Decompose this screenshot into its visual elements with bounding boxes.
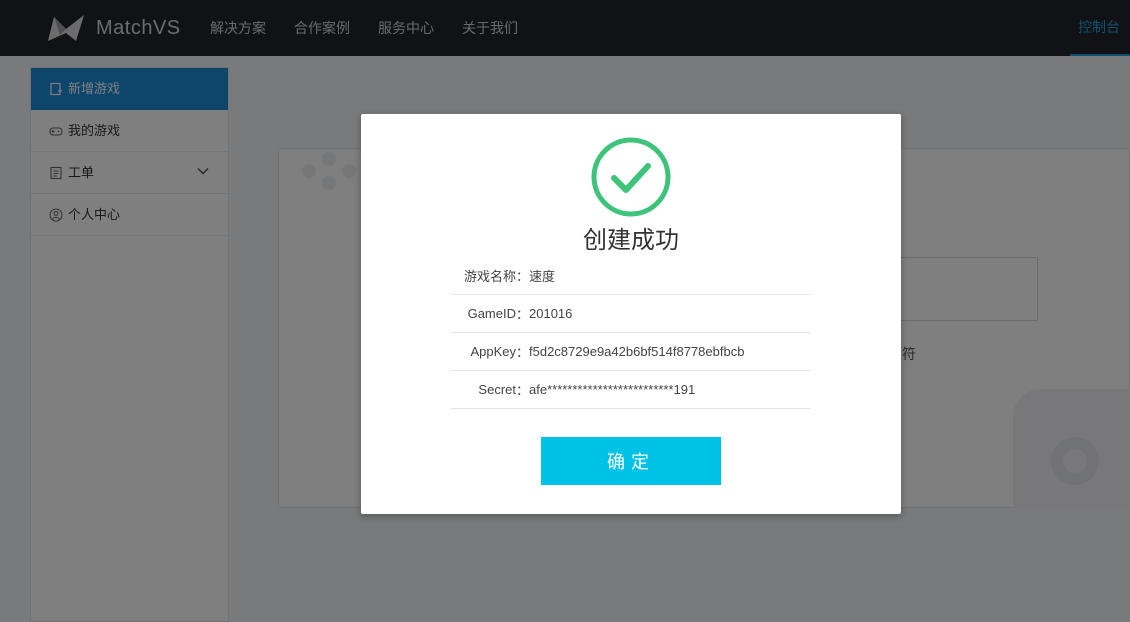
info-separator: ： [516, 345, 530, 360]
info-row-game-name: 游戏名称 ： 速度 [451, 257, 811, 295]
success-dialog: 创建成功 游戏名称 ： 速度 GameID ： 201016 AppKey ： … [361, 114, 901, 514]
info-key: AppKey [470, 344, 516, 359]
info-key: GameID [467, 306, 516, 321]
game-info-list: 游戏名称 ： 速度 GameID ： 201016 AppKey ： f5d2c… [451, 257, 811, 409]
confirm-button[interactable]: 确定 [541, 437, 721, 485]
info-separator: ： [516, 383, 530, 398]
info-value: 201016 [529, 306, 573, 321]
info-row-secret: Secret ： afe*************************191 [451, 371, 811, 409]
info-separator: ： [516, 269, 530, 284]
info-value: 速度 [529, 269, 556, 284]
info-separator: ： [516, 307, 530, 322]
info-key: Secret [478, 382, 516, 397]
dialog-title: 创建成功 [583, 227, 679, 254]
success-check-icon [591, 137, 671, 217]
info-value: f5d2c8729e9a42b6bf514f8778ebfbcb [529, 344, 745, 359]
info-row-game-id: GameID ： 201016 [451, 295, 811, 333]
info-row-app-key: AppKey ： f5d2c8729e9a42b6bf514f8778ebfbc… [451, 333, 811, 371]
info-value: afe*************************191 [529, 382, 696, 397]
info-key: 游戏名称 [463, 269, 516, 284]
